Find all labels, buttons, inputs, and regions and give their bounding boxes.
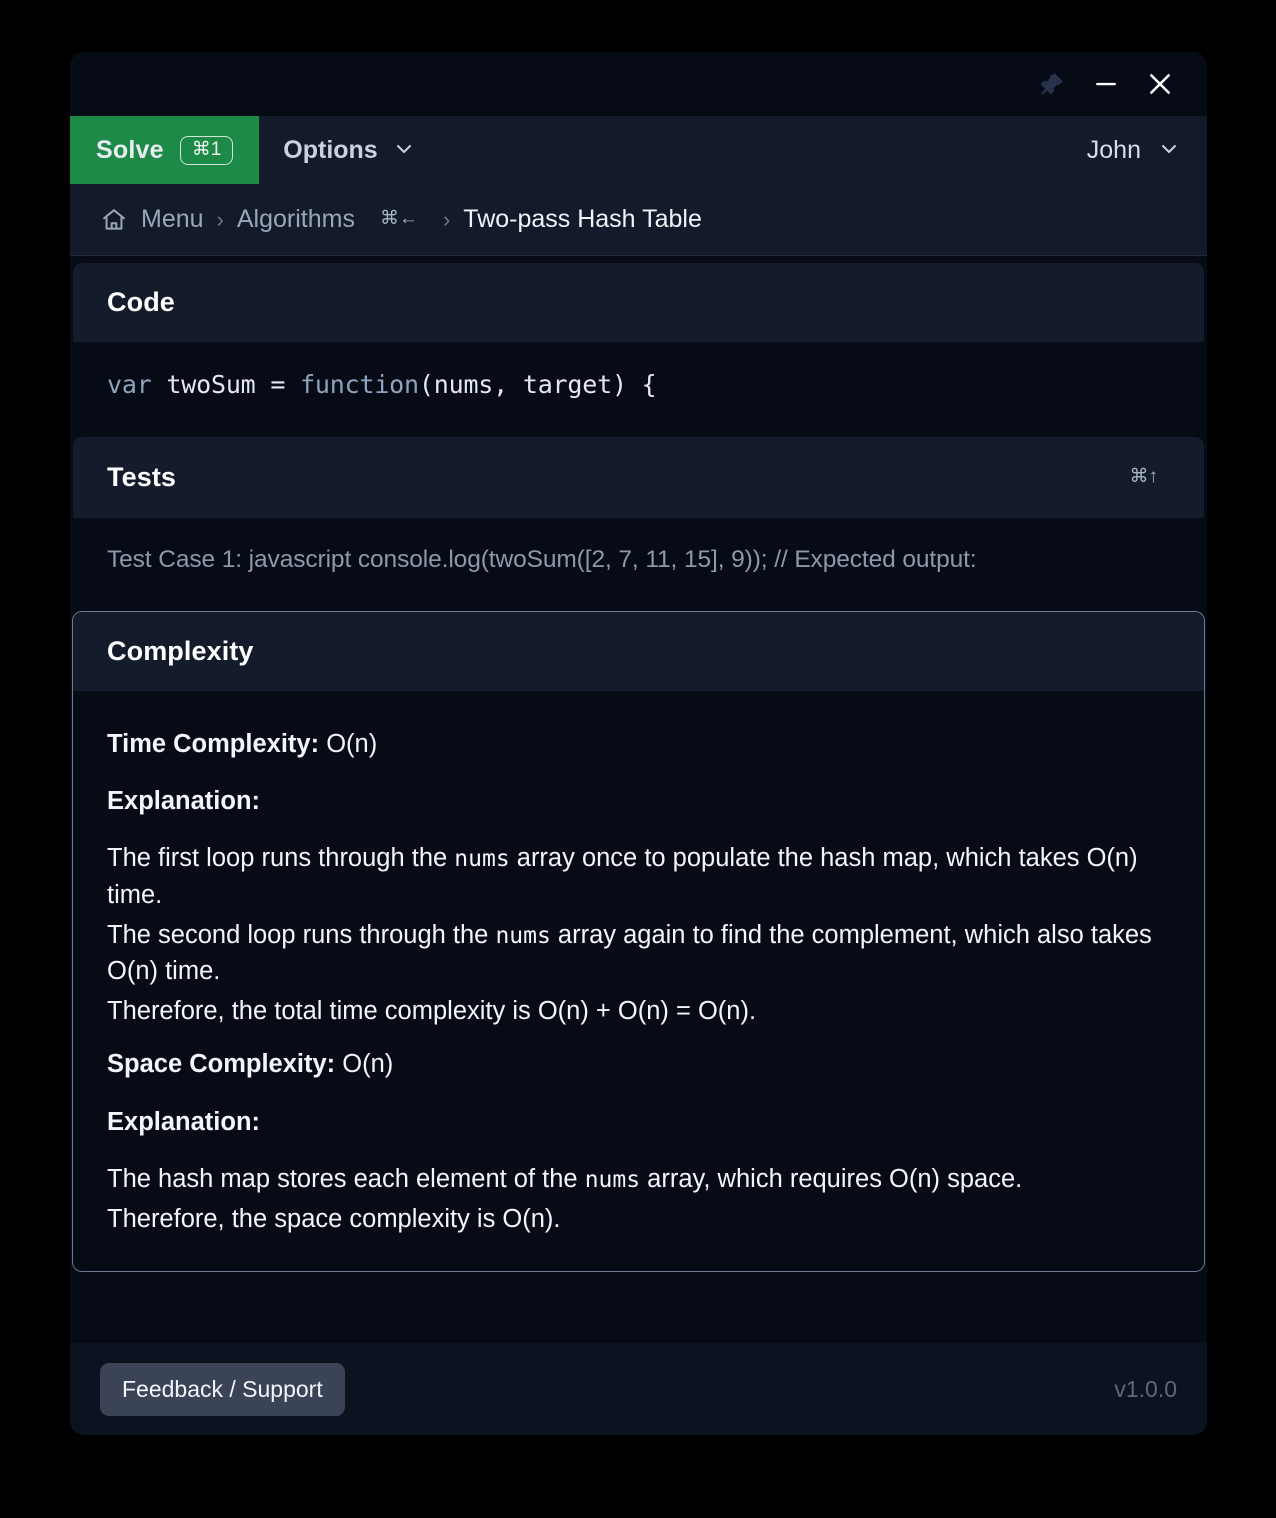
- code-keyword-function: function: [300, 370, 419, 399]
- feedback-support-button[interactable]: Feedback / Support: [100, 1362, 345, 1416]
- code-line: var twoSum = function(nums, target) {: [107, 370, 1170, 399]
- tests-panel-title: Tests: [107, 462, 177, 492]
- complexity-panel-title: Complexity: [107, 636, 254, 666]
- breadcrumb-back-shortcut-badge[interactable]: ⌘←: [368, 203, 430, 236]
- minimize-button[interactable]: [1079, 61, 1133, 107]
- inline-code-nums: nums: [454, 846, 510, 873]
- test-case-line: Test Case 1: javascript console.log(twoS…: [107, 546, 977, 573]
- minimize-icon: [1091, 69, 1121, 99]
- version-label: v1.0.0: [1114, 1375, 1177, 1402]
- breadcrumb-separator: ›: [216, 206, 224, 232]
- code-keyword-var: var: [107, 370, 152, 399]
- toolbar: Solve ⌘1 Options John: [70, 116, 1207, 184]
- content-area: Code var twoSum = function(nums, target)…: [70, 256, 1207, 1343]
- breadcrumb-item-algorithms[interactable]: Algorithms: [237, 205, 355, 234]
- code-panel-body: var twoSum = function(nums, target) {: [73, 342, 1204, 429]
- space-complexity-row: Space Complexity: O(n): [107, 1047, 1170, 1081]
- space-explanation-label: Explanation:: [107, 1107, 261, 1136]
- time-complexity-label: Time Complexity:: [107, 730, 320, 758]
- chevron-down-icon: [1157, 136, 1181, 165]
- solve-button-label: Solve: [96, 135, 164, 164]
- close-icon: [1144, 68, 1176, 100]
- complexity-panel[interactable]: Complexity Time Complexity: O(n) Explana…: [72, 611, 1205, 1273]
- space-explanation-paragraph-1: The hash map stores each element of the …: [107, 1161, 1170, 1197]
- time-explanation-paragraph-1: The first loop runs through the nums arr…: [107, 840, 1170, 912]
- complexity-panel-header: Complexity: [73, 612, 1204, 691]
- time-complexity-value: O(n): [326, 730, 378, 758]
- options-menu-label: Options: [283, 135, 378, 164]
- tests-shortcut-badge[interactable]: ⌘↑: [1118, 461, 1171, 494]
- code-text-mid: twoSum =: [151, 370, 301, 399]
- complexity-panel-body: Time Complexity: O(n) Explanation: The f…: [73, 691, 1204, 1272]
- time-explanation-label: Explanation:: [107, 787, 261, 816]
- tests-panel-header: Tests ⌘↑: [73, 437, 1204, 518]
- solve-button[interactable]: Solve ⌘1: [70, 116, 260, 184]
- options-menu-button[interactable]: Options: [259, 116, 439, 184]
- code-text-rest: (nums, target) {: [418, 370, 657, 399]
- text-part: array, which requires O(n) space.: [640, 1164, 1023, 1193]
- space-complexity-label: Space Complexity:: [107, 1050, 336, 1079]
- tests-panel: Tests ⌘↑ Test Case 1: javascript console…: [72, 436, 1205, 605]
- time-complexity-row: Time Complexity: O(n): [107, 727, 1170, 761]
- time-explanation-paragraph-2: The second loop runs through the nums ar…: [107, 917, 1170, 989]
- breadcrumb-item-menu[interactable]: Menu: [141, 205, 204, 234]
- time-explanation-paragraph-3: Therefore, the total time complexity is …: [107, 997, 757, 1026]
- code-panel-title: Code: [107, 287, 175, 317]
- user-menu-label: John: [1086, 135, 1141, 164]
- title-bar: [70, 52, 1207, 116]
- pin-icon: [1039, 71, 1065, 97]
- text-part: The hash map stores each element of the: [107, 1164, 585, 1193]
- text-part: The second loop runs through the: [107, 920, 496, 949]
- inline-code-nums: nums: [584, 1166, 641, 1193]
- solve-shortcut-badge: ⌘1: [179, 135, 234, 165]
- code-panel: Code var twoSum = function(nums, target)…: [72, 262, 1205, 430]
- code-panel-header: Code: [73, 263, 1204, 342]
- tests-panel-body: Test Case 1: javascript console.log(twoS…: [73, 518, 1204, 604]
- chevron-down-icon: [392, 136, 416, 165]
- user-menu-button[interactable]: John: [1061, 116, 1207, 184]
- inline-code-nums: nums: [495, 922, 551, 949]
- close-button[interactable]: [1133, 61, 1187, 107]
- app-window: Solve ⌘1 Options John Menu › Algorithms …: [70, 52, 1207, 1435]
- space-explanation-paragraph-2: Therefore, the space complexity is O(n).: [107, 1205, 561, 1234]
- home-icon[interactable]: [100, 206, 128, 234]
- footer: Feedback / Support v1.0.0: [70, 1343, 1207, 1435]
- breadcrumb: Menu › Algorithms ⌘← › Two-pass Hash Tab…: [70, 184, 1207, 256]
- breadcrumb-separator: ›: [442, 206, 451, 232]
- space-complexity-value: O(n): [342, 1050, 394, 1079]
- text-part: The first loop runs through the: [107, 844, 455, 873]
- breadcrumb-item-current: Two-pass Hash Table: [463, 205, 702, 233]
- pin-button[interactable]: [1025, 61, 1079, 107]
